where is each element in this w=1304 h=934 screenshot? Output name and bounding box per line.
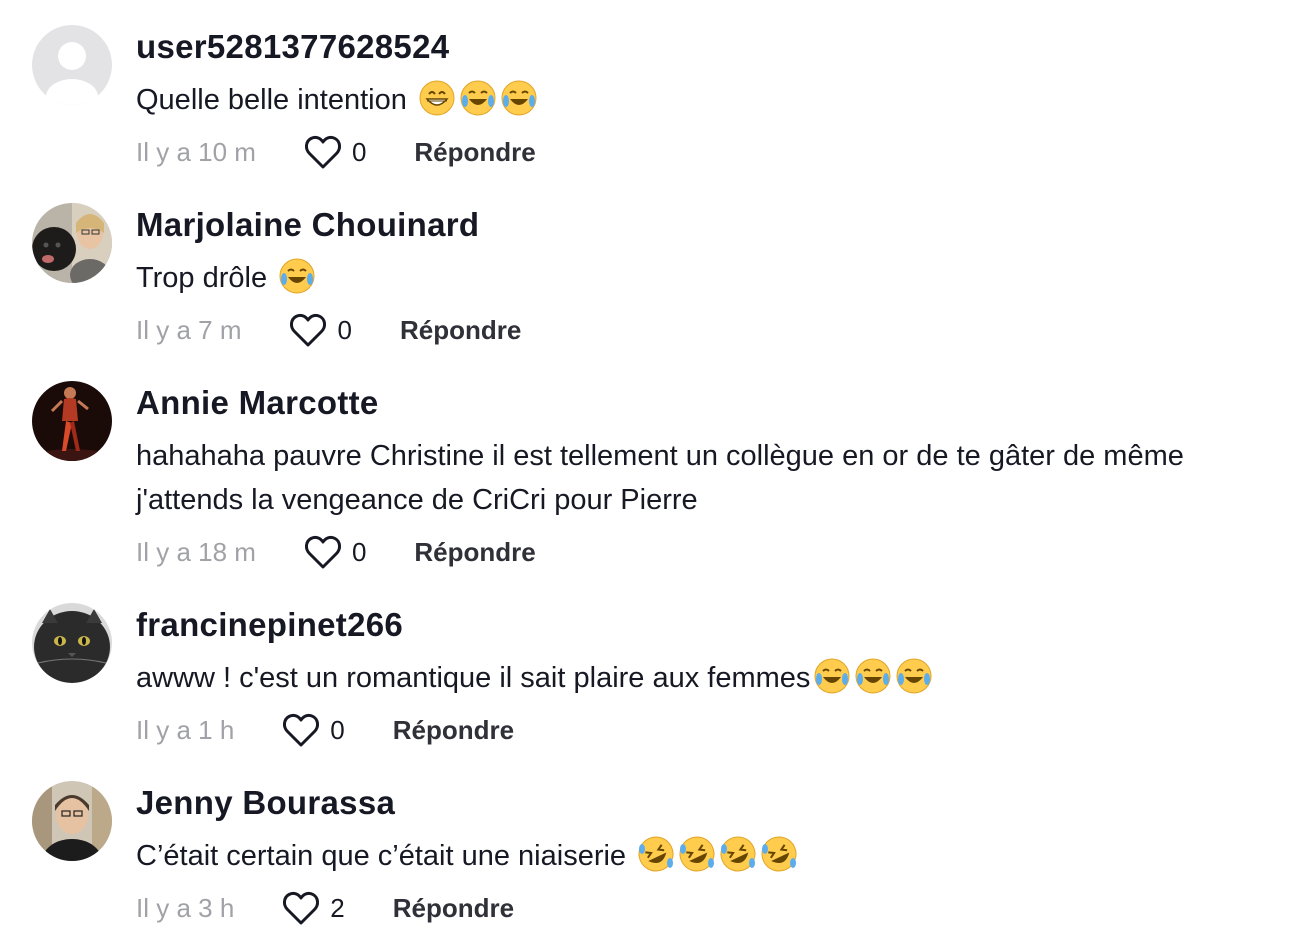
comment-meta: Il y a 3 h 2 Répondre [136,888,514,928]
like-button[interactable]: 0 [282,712,345,748]
joy-emoji [813,657,851,695]
joy-emoji [500,79,538,117]
comment-meta: Il y a 18 m 0 Répondre [136,532,536,572]
comment-username[interactable]: Annie Marcotte [136,384,379,422]
heart-icon [283,891,320,925]
joy-emoji [459,79,497,117]
reply-button[interactable]: Répondre [400,315,521,346]
rofl-emoji [760,835,798,873]
comment-timestamp: Il y a 7 m [136,314,242,345]
comment-timestamp: Il y a 10 m [136,136,256,167]
avatar[interactable] [32,203,112,283]
comment-text: awww ! c'est un romantique il sait plair… [136,656,1286,700]
comment-username[interactable]: Jenny Bourassa [136,784,395,822]
comment-meta: Il y a 10 m 0 Répondre [136,132,536,172]
rofl-emoji [719,835,757,873]
comment-username[interactable]: Marjolaine Chouinard [136,206,479,244]
joy-emoji [854,657,892,695]
comment-meta: Il y a 1 h 0 Répondre [136,710,514,750]
rofl-emoji [637,835,675,873]
like-count: 0 [337,314,352,345]
joy-emoji [895,657,933,695]
heart-icon [304,135,341,169]
comment-timestamp: Il y a 1 h [136,714,235,745]
reply-button[interactable]: Répondre [414,537,535,568]
like-button[interactable]: 0 [304,534,366,570]
heart-icon [304,535,341,569]
comment-text: Trop drôle [136,256,1286,300]
comment-text-body: Trop drôle [136,262,276,294]
like-button[interactable]: 0 [289,312,352,348]
comment-username[interactable]: francinepinet266 [136,606,403,644]
joy-emoji [278,257,316,295]
avatar[interactable] [32,603,112,683]
like-count: 2 [330,892,345,923]
rofl-emoji [678,835,716,873]
heart-icon [290,313,327,347]
like-button[interactable]: 2 [282,890,345,926]
reply-button[interactable]: Répondre [393,893,514,924]
avatar[interactable] [32,781,112,861]
comment-text: C’était certain que c’était une niaiseri… [136,834,1286,878]
reply-button[interactable]: Répondre [393,715,514,746]
comment-list: user5281377628524 Quelle belle intention… [0,0,1304,934]
reply-button[interactable]: Répondre [414,137,535,168]
comment-meta: Il y a 7 m 0 Répondre [136,310,521,350]
comment-text: Quelle belle intention [136,78,1286,122]
avatar[interactable] [32,25,112,105]
comment-text-body: hahahaha pauvre Christine il est telleme… [136,440,1192,516]
comment-text: hahahaha pauvre Christine il est telleme… [136,434,1286,522]
heart-icon [283,713,320,747]
comment-username[interactable]: user5281377628524 [136,28,449,66]
like-count: 0 [351,536,367,567]
like-count: 0 [351,136,367,167]
like-count: 0 [330,714,345,745]
comment-text-body: Quelle belle intention [136,84,415,116]
comment-timestamp: Il y a 3 h [136,892,235,923]
avatar[interactable] [32,381,112,461]
comment-text-body: awww ! c'est un romantique il sait plair… [136,662,811,694]
comment-text-body: C’était certain que c’était une niaiseri… [136,840,635,872]
like-button[interactable]: 0 [304,134,366,170]
grin-emoji [418,79,456,117]
comment-timestamp: Il y a 18 m [136,536,256,567]
